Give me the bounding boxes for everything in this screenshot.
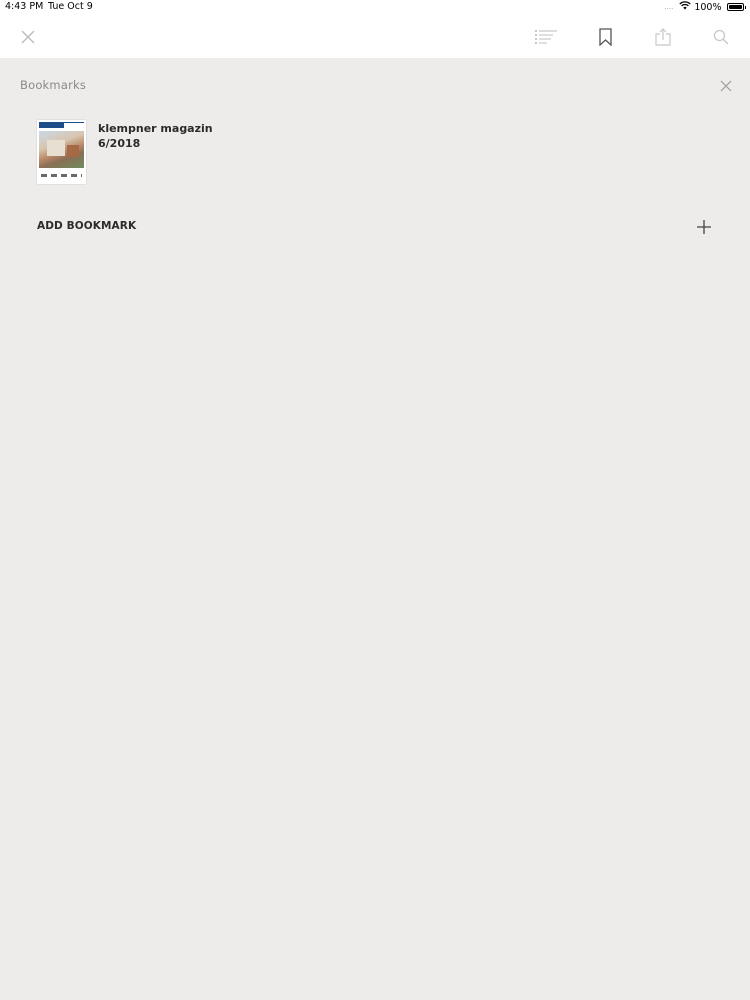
close-icon[interactable] (14, 15, 42, 58)
bookmark-item[interactable]: klempner magazin 6/2018 (37, 120, 337, 186)
battery-percent: 100% (694, 1, 722, 13)
panel-title: Bookmarks (20, 78, 87, 92)
bookmark-title: klempner magazin (98, 122, 213, 135)
bookmark-icon[interactable] (592, 15, 618, 58)
status-time: 4:43 PM (5, 1, 44, 12)
bookmarks-panel: Bookmarks klempner magazin 6/2018 ADD BO… (0, 58, 750, 1000)
search-icon[interactable] (707, 15, 735, 58)
bookmark-issue: 6/2018 (98, 137, 141, 150)
signal-icon: .... (664, 3, 674, 11)
reader-toolbar (0, 15, 750, 58)
wifi-icon (679, 1, 691, 13)
magazine-cover-thumbnail (37, 120, 86, 184)
add-bookmark-button[interactable]: ADD BOOKMARK (0, 208, 750, 244)
cover-footer (41, 174, 82, 177)
status-date: Tue Oct 9 (48, 1, 93, 12)
share-icon[interactable] (650, 15, 676, 58)
panel-close-icon[interactable] (714, 74, 738, 98)
battery-icon (726, 3, 744, 11)
table-of-contents-icon[interactable] (530, 15, 562, 58)
cover-masthead-right (64, 122, 84, 129)
status-indicators: .... 100% (664, 1, 746, 13)
add-bookmark-label: ADD BOOKMARK (37, 220, 137, 232)
cover-photo (39, 131, 84, 168)
battery-tip (744, 5, 746, 9)
status-bar: 4:43 PM Tue Oct 9 .... 100% (0, 0, 750, 15)
plus-icon (693, 216, 715, 238)
